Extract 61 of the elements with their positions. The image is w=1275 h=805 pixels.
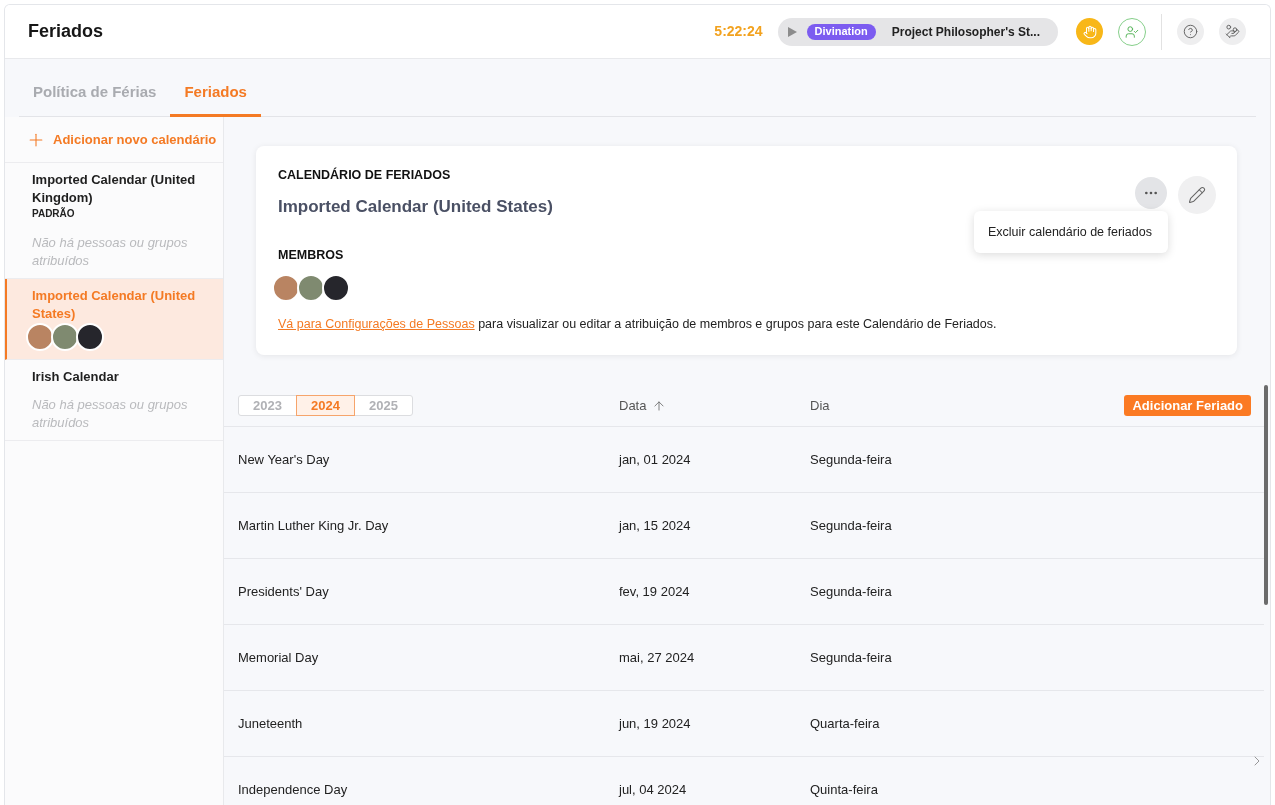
holiday-name-cell-text: Martin Luther King Jr. Day (238, 516, 390, 535)
sort-up-icon[interactable] (652, 398, 667, 413)
add-holiday-button[interactable]: Adicionar Feriado (1124, 395, 1251, 416)
calendar-list-item[interactable]: Imported Calendar (United States) (5, 279, 223, 360)
calendar-list-item[interactable]: Irish Calendar Não há pessoas ou grupos atribuídos (5, 360, 223, 441)
avatar (76, 323, 104, 351)
project-tag: Divination (806, 23, 876, 40)
calendar-title: Imported Calendar (United States) (278, 196, 554, 218)
date-cell-text: jun, 19 2024 (619, 714, 692, 733)
time-tracker[interactable]: Divination Project Philosopher's St... (777, 17, 1058, 46)
weekday-cell-text: Segunda-feira (810, 582, 892, 601)
holiday-name-cell-text: Juneteenth (238, 714, 304, 733)
date-cell-text: jan, 15 2024 (619, 516, 692, 535)
year-button[interactable]: 2023 (238, 395, 297, 416)
pencil-icon (1188, 186, 1206, 204)
avatar (26, 323, 54, 351)
year-button[interactable]: 2025 (354, 395, 413, 416)
holiday-name-cell-text: Memorial Day (238, 648, 320, 667)
members-hint: Vá para Configurações de Pessoas para visualizar ou editar a atribuição de membros e grupos para este Calendário de Feriados. (278, 316, 998, 333)
page-title: Feriados (28, 20, 104, 43)
column-header: Dia (810, 396, 830, 415)
holiday-name-cell-text: Presidents' Day (238, 582, 330, 601)
holiday-name-cell-text: New Year's Day (238, 450, 331, 469)
default-label: PADRÃO (32, 207, 76, 221)
tab[interactable]: Política de Férias (19, 60, 171, 117)
timer: 5:22:24 (714, 22, 763, 41)
date-cell-text: jul, 04 2024 (619, 780, 688, 799)
avatar (272, 274, 300, 302)
play-icon[interactable] (787, 26, 797, 37)
hand-coins-icon[interactable] (1219, 18, 1246, 45)
empty-members-note: Não há pessoas ou grupos atribuídos (32, 396, 189, 432)
weekday-cell-text: Segunda-feira (810, 450, 892, 469)
avatar (51, 323, 79, 351)
help-icon[interactable] (1177, 18, 1204, 45)
user-check-icon[interactable] (1118, 17, 1146, 46)
project-name: Project Philosopher's St... (891, 23, 1040, 41)
edit-button[interactable] (1178, 176, 1216, 214)
calendar-name: Imported Calendar (United Kingdom) (32, 171, 197, 207)
calendar-name: Imported Calendar (United States) (32, 287, 197, 323)
weekday-cell-text: Quinta-feira (810, 780, 878, 799)
avatar (322, 274, 350, 302)
members-heading: MEMBROS (278, 247, 345, 263)
weekday-cell-text: Segunda-feira (810, 648, 892, 667)
holiday-name-cell-text: Independence Day (238, 780, 349, 799)
weekday-cell-text: Segunda-feira (810, 516, 892, 535)
more-button[interactable] (1135, 177, 1167, 209)
people-settings-link[interactable]: Vá para Configurações de Pessoas (278, 317, 475, 331)
card-heading: CALENDÁRIO DE FERIADOS (278, 167, 452, 183)
column-header[interactable]: Data (619, 395, 647, 416)
avatar (297, 274, 325, 302)
date-cell-text: fev, 19 2024 (619, 582, 691, 601)
empty-members-note: Não há pessoas ou grupos atribuídos (32, 234, 189, 270)
menu-item[interactable]: Excluir calendário de feriados (974, 217, 1168, 247)
date-cell-text: mai, 27 2024 (619, 648, 696, 667)
hand-icon[interactable] (1076, 18, 1103, 45)
scrollbar[interactable] (1264, 385, 1268, 605)
weekday-cell-text: Quarta-feira (810, 714, 880, 733)
calendar-name: Irish Calendar (32, 368, 120, 386)
add-calendar-button[interactable]: Adicionar novo calendário (5, 117, 223, 163)
date-cell-text: jan, 01 2024 (619, 450, 692, 469)
year-button[interactable]: 2024 (296, 395, 355, 416)
